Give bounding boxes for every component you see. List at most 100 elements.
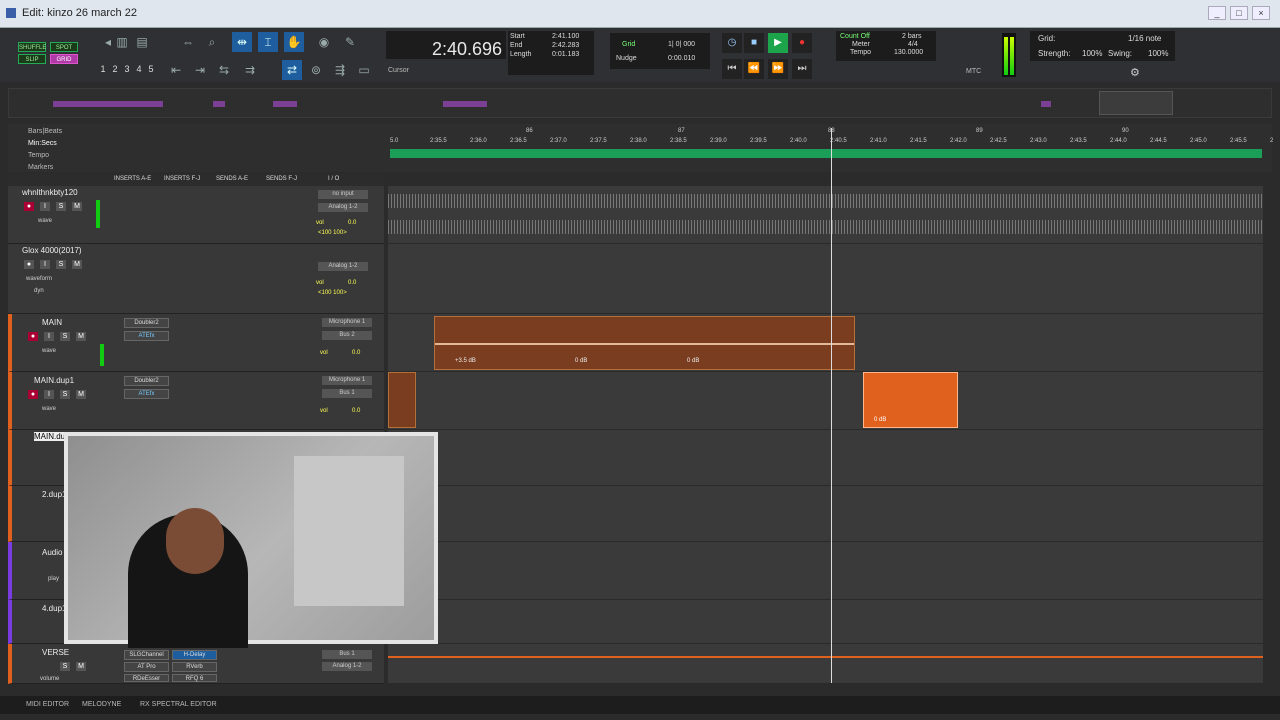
count-off-label[interactable]: Count Off	[840, 33, 870, 40]
pan-value[interactable]: <100 100>	[318, 230, 347, 236]
minimize-button[interactable]: _	[1208, 6, 1226, 20]
input-monitor-button[interactable]: I	[40, 260, 50, 269]
scrubber-tool-icon[interactable]: ◉	[314, 32, 334, 52]
grid-value[interactable]: 1| 0| 000	[668, 41, 695, 48]
insert-slot[interactable]: SLGChannel	[124, 650, 169, 660]
meter-value[interactable]: 4/4	[908, 41, 918, 48]
zoom-preset-4[interactable]: 4	[134, 64, 144, 74]
record-button[interactable]: ●	[792, 33, 812, 53]
input-select[interactable]: Microphone 1	[322, 376, 372, 385]
output-select[interactable]: Analog 1-2	[318, 262, 368, 271]
nudge-left-icon[interactable]: ⇤	[166, 60, 186, 80]
shuffle-mode-button[interactable]: SHUFFLE	[18, 42, 46, 52]
track-view-select[interactable]: wave	[42, 406, 56, 412]
gear-icon[interactable]: ⚙	[1130, 66, 1140, 79]
online-icon[interactable]: ◷	[722, 33, 742, 53]
output-select[interactable]: Analog 1-2	[318, 203, 368, 212]
track-header[interactable]: Glox 4000(2017) ● I S M waveform dyn Ana…	[8, 244, 384, 314]
audio-clip[interactable]	[388, 372, 416, 428]
pencil-tool-icon[interactable]: ✎	[340, 32, 360, 52]
record-arm-button[interactable]: ●	[24, 202, 34, 211]
track-view-select[interactable]: play	[48, 576, 59, 582]
mute-button[interactable]: M	[76, 662, 86, 671]
stop-button[interactable]: ■	[744, 33, 764, 53]
spot-mode-button[interactable]: SPOT	[50, 42, 78, 52]
mtc-button[interactable]: MTC	[966, 68, 981, 75]
length-field[interactable]: 0:01.183	[552, 51, 579, 58]
timeline-selection-bar[interactable]	[390, 149, 1262, 158]
trim-tool-icon[interactable]: ⇹	[232, 32, 252, 52]
zoom-horizontal-icon[interactable]: ▥	[112, 32, 132, 52]
grid-label[interactable]: Grid	[622, 41, 635, 48]
track-view-select[interactable]: wave	[42, 348, 56, 354]
solo-button[interactable]: S	[60, 390, 70, 399]
volume-value[interactable]: 0.0	[348, 220, 356, 226]
grid-note-select[interactable]: 1/16 note	[1128, 34, 1161, 43]
playhead-cursor[interactable]	[831, 128, 832, 683]
close-button[interactable]: ×	[1252, 6, 1270, 20]
tab-to-transient-icon[interactable]: ⇆	[214, 60, 234, 80]
insert-slot[interactable]: RDeEsser	[124, 674, 169, 682]
track-header[interactable]: MAIN.dup1 ● I S M wave Doubler2 ATEfx Mi…	[8, 372, 384, 430]
insert-slot[interactable]: RVerb	[172, 662, 217, 672]
main-counter[interactable]: 2:40.696 Cursor	[386, 31, 506, 74]
rewind-button[interactable]: ⏪	[744, 59, 764, 79]
insertion-follows-icon[interactable]: ⇶	[330, 60, 350, 80]
play-button[interactable]: ▶	[768, 33, 788, 53]
record-arm-button[interactable]: ●	[28, 332, 38, 341]
pan-value[interactable]: <100 100>	[318, 290, 347, 296]
track-lane[interactable]	[388, 186, 1263, 244]
return-to-zero-button[interactable]: ⏮	[722, 59, 742, 79]
zoom-preset-1[interactable]: 1	[98, 64, 108, 74]
track-view-select[interactable]: wave	[38, 218, 52, 224]
input-monitor-button[interactable]: I	[40, 202, 50, 211]
magnifier-icon[interactable]: ⌕	[202, 32, 222, 52]
solo-button[interactable]: S	[56, 260, 66, 269]
zoom-preset-2[interactable]: 2	[110, 64, 120, 74]
track-lane[interactable]	[388, 430, 1263, 486]
tempo-value[interactable]: 130.0000	[894, 49, 923, 56]
minsecs-ruler[interactable]: 5.0 2:35.5 2:36.0 2:36.5 2:37.0 2:37.5 2:38.0 2…	[380, 138, 1273, 148]
selector-tool-icon[interactable]: ⌶	[258, 32, 278, 52]
track-lane[interactable]	[388, 486, 1263, 542]
insert-slot[interactable]: RFQ 6	[172, 674, 217, 682]
fast-forward-button[interactable]: ⏩	[768, 59, 788, 79]
track-name[interactable]: VERSE	[42, 648, 69, 657]
track-view-select[interactable]: waveform	[26, 276, 52, 282]
swing-value[interactable]: 100%	[1148, 49, 1168, 58]
audio-clip[interactable]: +3.5 dB 0 dB 0 dB	[434, 316, 855, 370]
track-name[interactable]: MAIN	[42, 318, 62, 327]
track-name[interactable]: MAIN.du	[34, 432, 66, 441]
grid-mode-button[interactable]: GRID	[50, 54, 78, 64]
solo-button[interactable]: S	[60, 662, 70, 671]
nudge-value[interactable]: 0:00.010	[668, 55, 695, 62]
grabber-tool-icon[interactable]: ✋	[284, 32, 304, 52]
track-view-select[interactable]: volume	[40, 676, 59, 682]
input-select[interactable]: Microphone 1	[322, 318, 372, 327]
input-monitor-button[interactable]: I	[44, 332, 54, 341]
count-off-bars[interactable]: 2 bars	[902, 33, 921, 40]
slip-mode-button[interactable]: SLIP	[18, 54, 46, 64]
track-name[interactable]: MAIN.dup1	[34, 376, 74, 385]
input-select[interactable]: no input	[318, 190, 368, 199]
melodyne-tab[interactable]: MELODYNE	[82, 701, 121, 708]
record-arm-button[interactable]: ●	[24, 260, 34, 269]
nudge-right-icon[interactable]: ⇥	[190, 60, 210, 80]
dyn-label[interactable]: dyn	[34, 288, 44, 294]
record-arm-button[interactable]: ●	[28, 390, 38, 399]
track-lane[interactable]	[388, 644, 1263, 684]
overview-view-box[interactable]	[1099, 91, 1173, 115]
output-select[interactable]: Bus 1	[322, 389, 372, 398]
audio-clip[interactable]: 0 dB	[863, 372, 958, 428]
rx-spectral-editor-tab[interactable]: RX SPECTRAL EDITOR	[140, 701, 217, 708]
track-name[interactable]: whnlthnkbty120	[22, 188, 78, 197]
universe-overview[interactable]	[8, 88, 1272, 118]
track-lane[interactable]: +3.5 dB 0 dB 0 dB	[388, 314, 1263, 372]
mute-button[interactable]: M	[72, 260, 82, 269]
track-header[interactable]: VERSE S M volume SLGChannel AT Pro RDeEs…	[8, 644, 384, 684]
maximize-button[interactable]: □	[1230, 6, 1248, 20]
clip-gain[interactable]: 0 dB	[575, 358, 587, 364]
track-lane[interactable]	[388, 244, 1263, 314]
input-select[interactable]: Bus 1	[322, 650, 372, 659]
solo-button[interactable]: S	[56, 202, 66, 211]
